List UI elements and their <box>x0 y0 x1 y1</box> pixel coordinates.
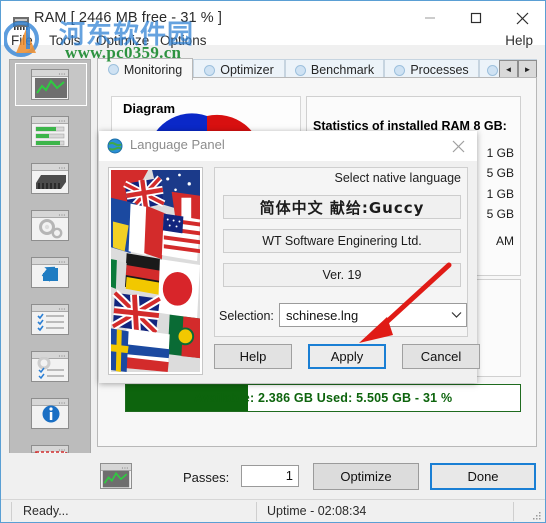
bottom-monitor-icon[interactable]: ••• <box>100 463 132 489</box>
sidebar-item-optimizer[interactable]: ••• <box>31 116 69 147</box>
dialog-help-button[interactable]: Help <box>214 344 292 369</box>
gears-icon <box>39 219 63 239</box>
company-field: WT Software Enginering Ltd. <box>223 229 461 253</box>
dialog-titlebar: Language Panel <box>99 131 477 161</box>
minimize-button[interactable] <box>407 1 453 35</box>
chevron-down-icon <box>446 311 466 319</box>
tab-monitoring[interactable]: Monitoring <box>97 58 193 80</box>
globe-icon <box>107 138 123 154</box>
tab-label: Monitoring <box>123 62 183 77</box>
tab-bullet-icon <box>107 64 119 75</box>
select-language-hint: Select native language <box>334 171 461 185</box>
status-bar: Ready... Uptime - 02:08:34 <box>1 499 545 522</box>
tab-bullet-icon <box>204 64 216 76</box>
app-window: RAM [ 2446 MB free - 31 % ] File Tools O… <box>0 0 546 523</box>
sidebar-item-tasklist[interactable]: ••• <box>31 304 69 335</box>
tab-label: Benchmark <box>310 63 375 77</box>
tab-bullet-icon <box>294 64 306 76</box>
sidebar: ••• ••• ••• ••• ••• ••• ••• ••• ••• <box>9 59 91 491</box>
menubar: File Tools Optimize Options Help <box>1 31 545 53</box>
sidebar-item-shortcut[interactable]: ••• <box>31 257 69 288</box>
optimize-button[interactable]: Optimize <box>313 463 419 490</box>
window-controls <box>407 1 545 35</box>
menu-item-options[interactable]: Options <box>160 33 207 48</box>
menu-item-optimize[interactable]: Optimize <box>96 33 149 48</box>
checklist-icon <box>37 313 64 332</box>
menu-item-file[interactable]: File <box>11 33 33 48</box>
dialog-apply-button[interactable]: Apply <box>308 344 386 369</box>
dialog-close-button[interactable] <box>445 135 471 157</box>
arrow-launch-icon <box>41 266 58 282</box>
passes-label: Passes: <box>183 470 230 485</box>
language-panel-dialog: Language Panel Select native language 简体… <box>99 131 480 383</box>
chart-monitor-icon <box>35 78 67 98</box>
sidebar-item-monitoring[interactable]: ••• <box>31 69 69 100</box>
world-flags-collage <box>111 170 200 372</box>
chart-monitor-icon <box>102 470 130 488</box>
available-memory-text: Available: 2.386 GB Used: 5.505 GB - 31 … <box>193 391 453 405</box>
selection-label: Selection: <box>219 309 274 323</box>
tab-bullet-icon <box>394 64 406 76</box>
passes-input[interactable]: 1 <box>241 465 299 487</box>
version-field: Ver. 19 <box>223 263 461 287</box>
dialog-cancel-button[interactable]: Cancel <box>402 344 480 369</box>
status-ready-text: Ready... <box>23 504 69 518</box>
sidebar-item-benchmark[interactable]: ••• <box>31 163 69 194</box>
close-button[interactable] <box>499 1 545 35</box>
maximize-button[interactable] <box>453 1 499 35</box>
sidebar-item-about[interactable]: ••• <box>31 398 69 429</box>
ram-chip-icon <box>13 17 29 30</box>
gear-checklist-icon <box>37 357 64 380</box>
tab-bullet-icon <box>486 64 498 76</box>
memory-chip-icon <box>36 175 66 189</box>
progress-bars-icon <box>35 126 65 146</box>
sidebar-item-settings-list[interactable]: ••• <box>31 351 69 382</box>
world-flags-image <box>108 167 203 375</box>
menu-item-tools[interactable]: Tools <box>49 33 81 48</box>
language-file-select[interactable]: schinese.lng <box>279 303 467 327</box>
tab-label: Processes <box>410 63 469 77</box>
dialog-title: Language Panel <box>130 137 225 152</box>
language-name-field: 简体中文 献给:Guccy <box>223 195 461 219</box>
tab-label: Optimizer <box>220 63 274 77</box>
available-memory-bar: Available: 2.386 GB Used: 5.505 GB - 31 … <box>125 384 521 412</box>
language-file-value: schinese.lng <box>286 307 359 323</box>
menu-item-help[interactable]: Help <box>505 33 533 48</box>
sidebar-item-processes[interactable]: ••• <box>31 210 69 241</box>
diagram-label: Diagram <box>123 101 176 116</box>
status-uptime-text: Uptime - 02:08:34 <box>267 504 367 518</box>
window-title: RAM [ 2446 MB free - 31 % ] <box>34 10 223 26</box>
done-button[interactable]: Done <box>430 463 536 490</box>
info-icon <box>42 405 60 423</box>
resize-grip-icon[interactable] <box>532 511 542 521</box>
